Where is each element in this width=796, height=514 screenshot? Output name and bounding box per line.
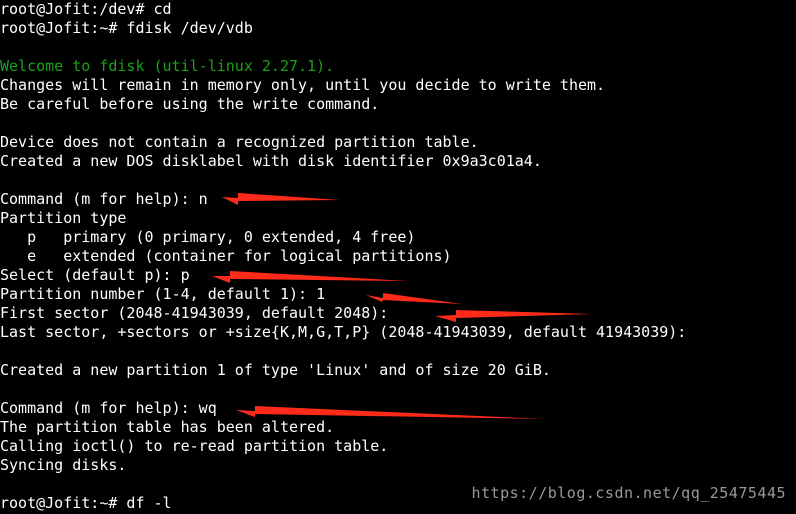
terminal-line-primary-option: p primary (0 primary, 0 extended, 4 free… (0, 228, 416, 246)
terminal-line-select-p: Select (default p): p (0, 266, 190, 284)
terminal-line-prompt-df: root@Jofit:~# df -l (0, 494, 172, 512)
terminal-line-ioctl: Calling ioctl() to re-read partition tab… (0, 437, 389, 455)
terminal-line-table-altered: The partition table has been altered. (0, 418, 335, 436)
terminal-line-prompt-cd: root@Jofit:/dev# cd (0, 0, 172, 18)
terminal-line-command-n: Command (m for help): n (0, 190, 208, 208)
terminal-line-disklabel-created: Created a new DOS disklabel with disk id… (0, 152, 542, 170)
terminal-line-no-partition-table: Device does not contain a recognized par… (0, 133, 479, 151)
terminal-line-first-sector: First sector (2048-41943039, default 204… (0, 304, 389, 322)
terminal-line-command-wq: Command (m for help): wq (0, 399, 217, 417)
terminal-line-last-sector: Last sector, +sectors or +size{K,M,G,T,P… (0, 323, 687, 341)
terminal-line-partition-created: Created a new partition 1 of type 'Linux… (0, 361, 551, 379)
terminal-line-partition-type: Partition type (0, 209, 127, 227)
terminal-line-partition-number: Partition number (1-4, default 1): 1 (0, 285, 326, 303)
terminal-line-welcome: Welcome to fdisk (util-linux 2.27.1). (0, 57, 335, 75)
watermark-text: https://blog.csdn.net/qq_25475445 (471, 484, 786, 502)
terminal-line-fdisk-command: root@Jofit:~# fdisk /dev/vdb (0, 19, 253, 37)
terminal-line-careful-warning: Be careful before using the write comman… (0, 95, 380, 113)
terminal-line-extended-option: e extended (container for logical partit… (0, 247, 452, 265)
terminal-window[interactable]: root@Jofit:/dev# cd root@Jofit:~# fdisk … (0, 0, 796, 514)
terminal-line-syncing: Syncing disks. (0, 456, 127, 474)
terminal-line-changes-warning: Changes will remain in memory only, unti… (0, 76, 606, 94)
